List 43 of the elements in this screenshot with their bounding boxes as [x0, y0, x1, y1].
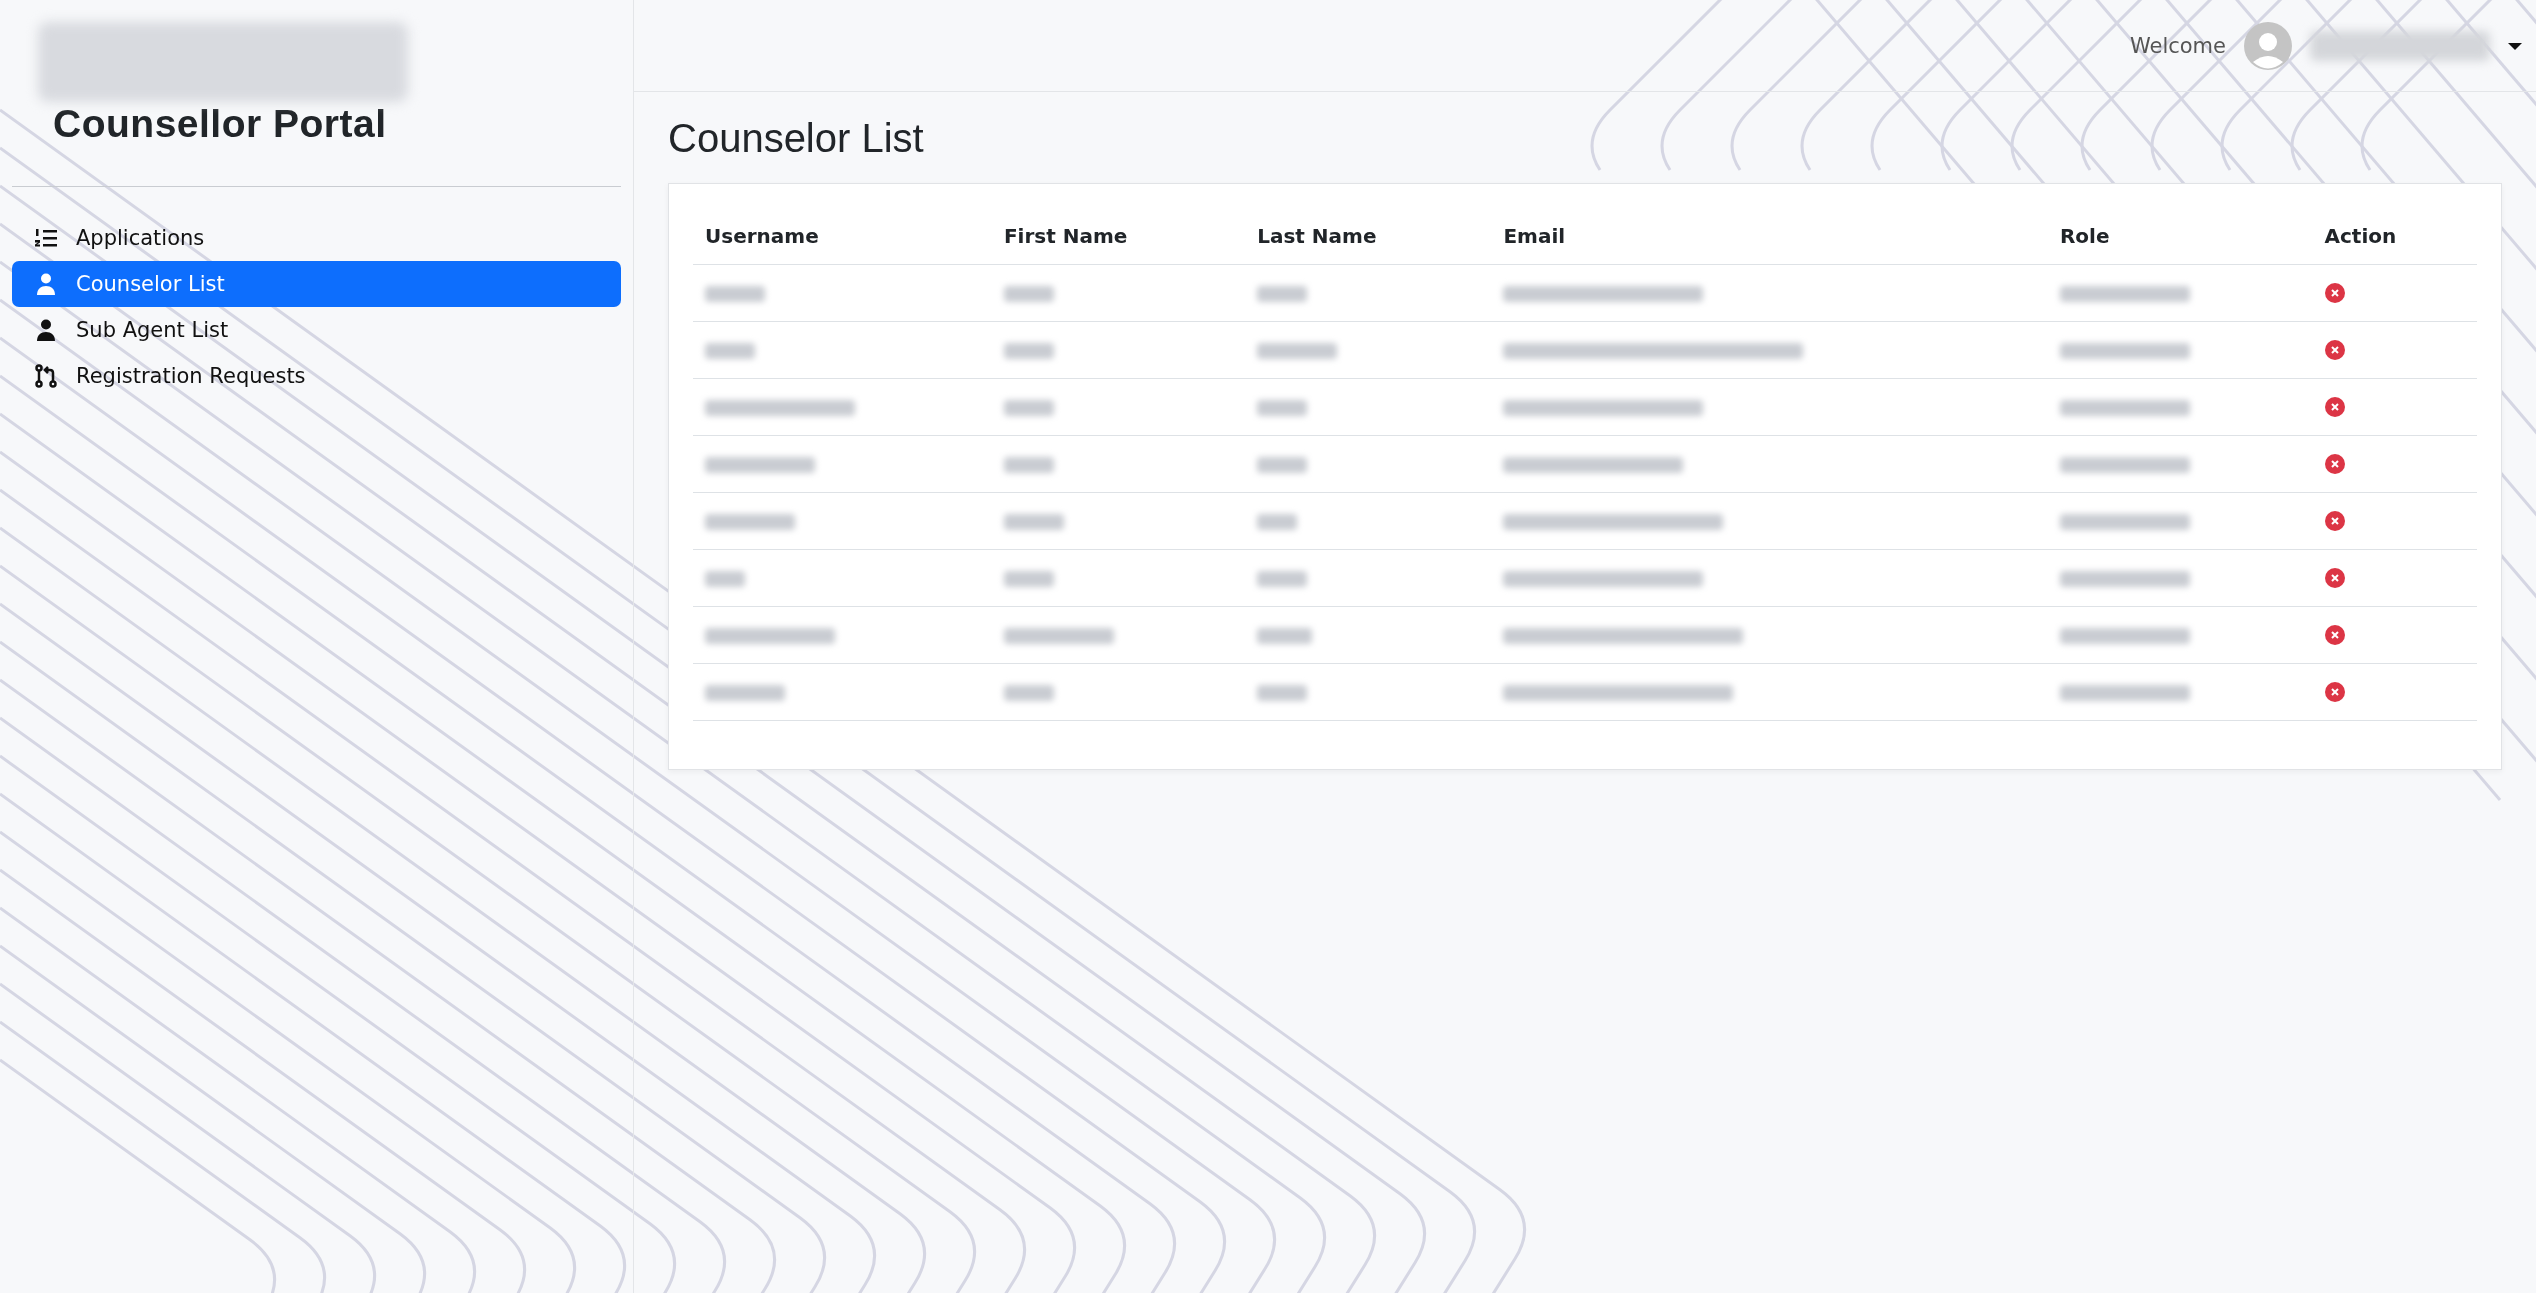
numbered-list-icon	[34, 226, 58, 250]
sidebar-item[interactable]: Registration Requests	[12, 353, 621, 399]
delete-icon[interactable]	[2324, 397, 2345, 417]
blurred-cell-text	[1257, 286, 1308, 302]
user-icon	[34, 318, 58, 342]
column-header: Username	[693, 208, 992, 265]
delete-icon[interactable]	[2324, 682, 2345, 702]
user-icon	[34, 272, 58, 296]
blurred-cell-text	[1257, 571, 1308, 587]
delete-icon[interactable]	[2324, 511, 2345, 531]
blurred-cell-text	[1257, 628, 1313, 644]
blurred-cell-text	[1003, 514, 1064, 530]
column-header: Last Name	[1245, 208, 1492, 265]
sidebar-item[interactable]: Sub Agent List	[12, 307, 621, 353]
column-header: Action	[2312, 208, 2477, 265]
blurred-cell-text	[1003, 400, 1054, 416]
blurred-cell-text	[1257, 457, 1308, 473]
blurred-cell-text	[1003, 286, 1054, 302]
blurred-cell-text	[705, 571, 745, 587]
delete-icon[interactable]	[2324, 625, 2345, 645]
pull-request-icon	[34, 364, 58, 388]
welcome-text: Welcome	[2129, 33, 2226, 58]
blurred-cell-text	[1003, 685, 1054, 701]
portal-title: Counsellor Portal	[53, 102, 388, 146]
blurred-cell-text	[1003, 343, 1054, 359]
blurred-cell-text	[1257, 514, 1298, 530]
delete-icon[interactable]	[2324, 454, 2345, 474]
blurred-cell-text	[1003, 457, 1054, 473]
blurred-cell-text	[705, 343, 755, 359]
delete-icon[interactable]	[2324, 340, 2345, 360]
blurred-cell-text	[1003, 571, 1054, 587]
blurred-cell-text	[1257, 400, 1308, 416]
blurred-cell-text	[1257, 685, 1308, 701]
caret-icon[interactable]	[2508, 40, 2522, 51]
column-header: First Name	[991, 208, 1246, 265]
delete-icon[interactable]	[2324, 283, 2345, 303]
blurred-cell-text	[705, 286, 765, 302]
page-title: Counselor List	[668, 116, 925, 161]
column-header: Email	[1491, 208, 2048, 265]
delete-icon[interactable]	[2324, 568, 2345, 588]
sidebar-item[interactable]: Counselor List	[12, 261, 621, 307]
column-header: Role	[2047, 208, 2313, 265]
sidebar-item[interactable]: Applications	[12, 215, 621, 261]
